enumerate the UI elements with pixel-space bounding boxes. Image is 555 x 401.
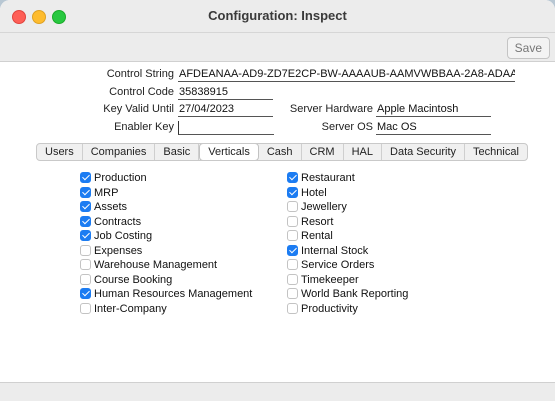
checkbox-box[interactable]: [80, 201, 91, 212]
tab-bar: Users Companies Basic Verticals Cash CRM…: [36, 143, 528, 161]
key-valid-until-label: Key Valid Until: [103, 103, 174, 115]
checkbox-box[interactable]: [287, 230, 298, 241]
control-string-field[interactable]: AFDEANAA-AD9-ZD7E2CP-BW-AAAAUB-AAMVWBBAA…: [178, 68, 515, 82]
checkbox-label: MRP: [94, 186, 119, 199]
checkbox-box[interactable]: [287, 244, 298, 256]
checkbox-box[interactable]: [287, 201, 298, 212]
enabler-key-field[interactable]: [178, 121, 274, 135]
tab-verticals[interactable]: Verticals: [199, 144, 259, 160]
checkbox-label: Service Orders: [301, 259, 375, 271]
server-hardware-label: Server Hardware: [289, 103, 373, 115]
checkbox-box[interactable]: [287, 186, 298, 198]
enabler-key-label: Enabler Key: [114, 121, 174, 133]
checkbox-label: Course Booking: [94, 273, 173, 286]
checkbox-label: Timekeeper: [301, 273, 359, 286]
status-bar: [0, 382, 555, 401]
checkbox-box[interactable]: [80, 259, 91, 270]
tab-data-security[interactable]: Data Security: [382, 144, 466, 160]
window-title: Configuration: Inspect: [208, 8, 347, 23]
checkbox-box[interactable]: [80, 288, 91, 299]
checkbox-box[interactable]: [287, 273, 298, 285]
checkbox-label: Inter-Company: [94, 302, 167, 315]
tab-hal[interactable]: HAL: [344, 144, 383, 160]
checkbox-box[interactable]: [80, 186, 91, 198]
checkbox-label: Assets: [94, 201, 128, 213]
checkbox-label: Productivity: [301, 302, 358, 315]
tab-cash[interactable]: Cash: [259, 144, 302, 160]
checkbox-box[interactable]: [80, 273, 91, 285]
tab-technical[interactable]: Technical: [465, 144, 527, 160]
title-bar: Configuration: Inspect: [0, 0, 555, 33]
checkbox-box[interactable]: [80, 172, 91, 183]
checkbox-box[interactable]: [80, 302, 91, 314]
checkbox-label: World Bank Reporting: [301, 288, 409, 300]
tab-companies[interactable]: Companies: [83, 144, 156, 160]
checkbox-box[interactable]: [80, 244, 91, 256]
checkbox-box[interactable]: [287, 288, 298, 299]
tab-basic[interactable]: Basic: [155, 144, 200, 160]
checkbox-label: Expenses: [94, 244, 143, 257]
checkbox-label: Jewellery: [301, 201, 347, 213]
toolbar: Save: [0, 33, 555, 62]
checkbox-label: Rental: [301, 230, 333, 242]
control-string-label: Control String: [106, 68, 174, 80]
key-valid-until-field[interactable]: 27/04/2023: [178, 103, 273, 117]
checkbox-label: Warehouse Management: [94, 259, 218, 271]
server-os-label: Server OS: [321, 121, 373, 133]
checkbox-label: Internal Stock: [301, 244, 369, 257]
checkbox-label: Job Costing: [94, 230, 153, 242]
control-code-field[interactable]: 35838915: [178, 86, 273, 100]
tab-crm[interactable]: CRM: [302, 144, 344, 160]
checkbox-label: Production: [94, 172, 147, 184]
checkbox-box[interactable]: [287, 215, 298, 227]
checkbox-box[interactable]: [287, 302, 298, 314]
checkbox-box[interactable]: [287, 172, 298, 183]
server-hardware-field[interactable]: Apple Macintosh: [376, 103, 491, 117]
checkbox-label: Contracts: [94, 215, 142, 228]
checkbox-label: Restaurant: [301, 172, 355, 184]
checkbox-box[interactable]: [80, 215, 91, 227]
checkbox-label: Resort: [301, 215, 334, 228]
control-code-label: Control Code: [109, 86, 174, 98]
checkbox-box[interactable]: [80, 230, 91, 241]
tab-users[interactable]: Users: [37, 144, 83, 160]
checkbox-label: Hotel: [301, 186, 327, 199]
configuration-window: Configuration: Inspect Save Control Stri…: [0, 0, 555, 401]
save-button[interactable]: Save: [506, 37, 550, 59]
server-os-field[interactable]: Mac OS: [376, 121, 491, 135]
checkbox-label: Human Resources Management: [94, 288, 253, 300]
checkbox-box[interactable]: [287, 259, 298, 270]
